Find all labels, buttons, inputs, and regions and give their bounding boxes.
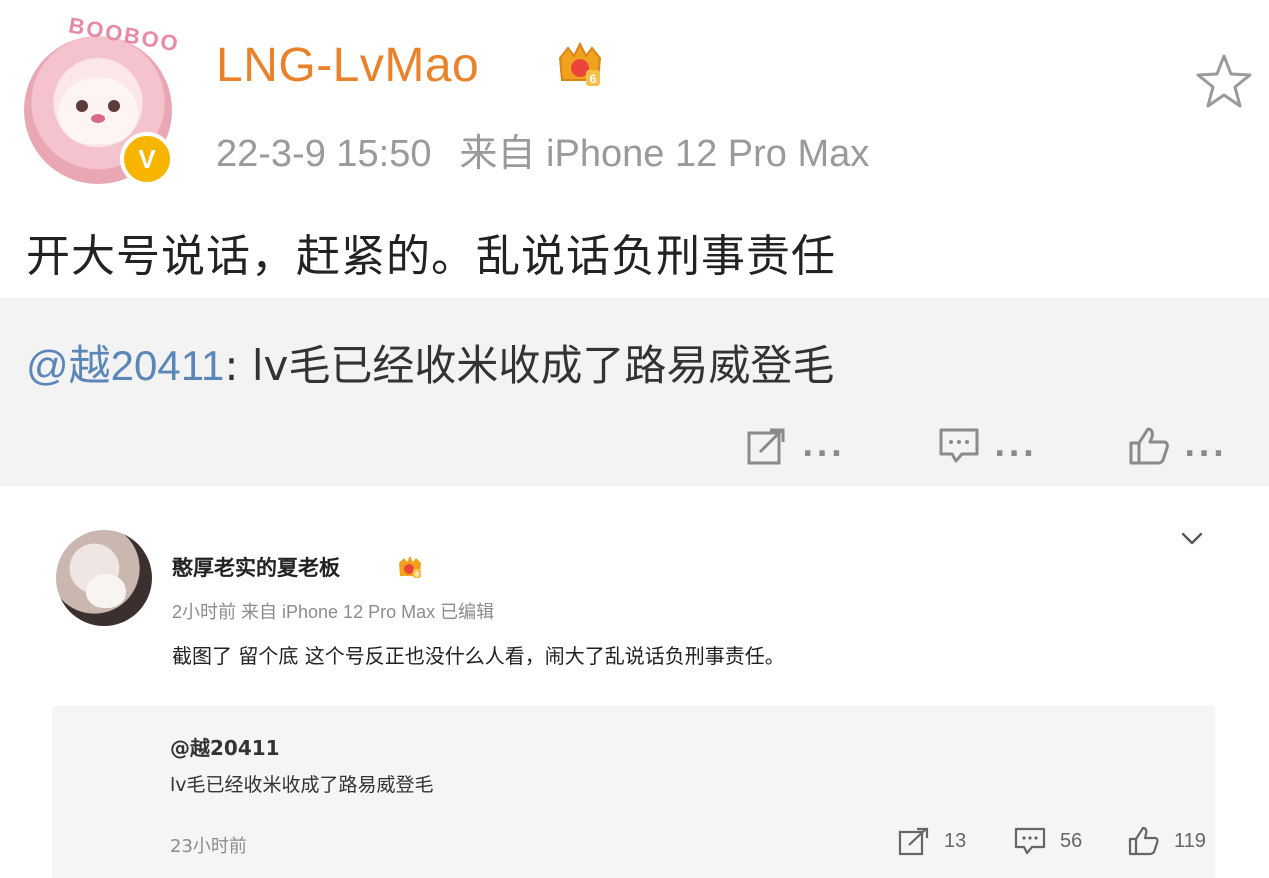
level-badge: 6 bbox=[415, 572, 419, 579]
post-source: 来自 iPhone 12 Pro Max bbox=[459, 133, 870, 175]
avatar-decoration: BOOBOO bbox=[66, 12, 182, 57]
like-count: 119 bbox=[1174, 829, 1206, 852]
avatar-nose bbox=[91, 114, 105, 123]
main-post: BOOBOO V LNG-LvMao 6 22-3-9 15:50 来自 iPho… bbox=[0, 0, 1269, 486]
post-meta: 2小时前 来自 iPhone 12 Pro Max 已编辑 bbox=[172, 602, 495, 622]
like-count: ... bbox=[1184, 428, 1228, 464]
star-icon[interactable] bbox=[1194, 52, 1254, 112]
repost-text: : lv毛已经收米收成了路易威登毛 bbox=[224, 341, 835, 390]
comment-count: ... bbox=[994, 428, 1038, 464]
crown-icon: 6 bbox=[399, 556, 421, 579]
username[interactable]: LNG-LvMao bbox=[216, 38, 479, 93]
share-count: ... bbox=[802, 428, 846, 464]
avatar-face bbox=[58, 78, 138, 144]
like-icon bbox=[1128, 826, 1159, 856]
repost-text: lv毛已经收米收成了路易威登毛 bbox=[170, 774, 434, 796]
comment-button[interactable]: ... bbox=[938, 426, 1037, 466]
repost-panel[interactable]: @越20411 lv毛已经收米收成了路易威登毛 23小时前 13 56 119 bbox=[52, 706, 1215, 878]
chevron-down-icon[interactable] bbox=[1180, 528, 1204, 548]
post-text: 截图了 留个底 这个号反正也没什么人看，闹大了乱说话负刑事责任。 bbox=[172, 644, 785, 668]
post-text: 开大号说话，赶紧的。乱说话负刑事责任 bbox=[26, 231, 836, 282]
comment-count: 56 bbox=[1060, 829, 1083, 852]
reply-post: 憨厚老实的夏老板 6 2小时前 来自 iPhone 12 Pro Max 已编辑… bbox=[0, 486, 1269, 878]
like-icon bbox=[1129, 427, 1169, 465]
comment-button[interactable]: 56 bbox=[1014, 826, 1082, 856]
verified-icon: V bbox=[120, 132, 174, 186]
avatar-cat bbox=[86, 574, 126, 608]
share-button[interactable]: ... bbox=[746, 426, 845, 466]
post-date: 22-3-9 15:50 bbox=[216, 133, 432, 175]
share-icon bbox=[747, 428, 785, 465]
avatar-eye bbox=[108, 100, 120, 112]
repost-panel[interactable]: @越20411: lv毛已经收米收成了路易威登毛 ... ... ... bbox=[0, 298, 1269, 486]
avatar[interactable] bbox=[56, 530, 152, 626]
comment-icon bbox=[1014, 827, 1046, 855]
comment-icon bbox=[939, 428, 979, 463]
post-meta: 22-3-9 15:50 来自 iPhone 12 Pro Max bbox=[216, 122, 869, 177]
share-count: 13 bbox=[944, 829, 967, 852]
username[interactable]: 憨厚老实的夏老板 bbox=[172, 552, 340, 582]
avatar-eye bbox=[76, 100, 88, 112]
repost-mention[interactable]: @越20411 bbox=[26, 342, 224, 389]
repost-line: @越20411: lv毛已经收米收成了路易威登毛 bbox=[26, 332, 834, 393]
like-button[interactable]: 119 bbox=[1128, 826, 1206, 856]
like-button[interactable]: ... bbox=[1128, 426, 1227, 466]
crown-icon: 6 bbox=[558, 41, 602, 86]
share-button[interactable]: 13 bbox=[898, 826, 966, 856]
level-badge: 6 bbox=[590, 72, 597, 86]
share-icon bbox=[898, 827, 929, 856]
repost-time: 23小时前 bbox=[170, 836, 247, 857]
repost-mention[interactable]: @越20411 bbox=[170, 732, 280, 761]
